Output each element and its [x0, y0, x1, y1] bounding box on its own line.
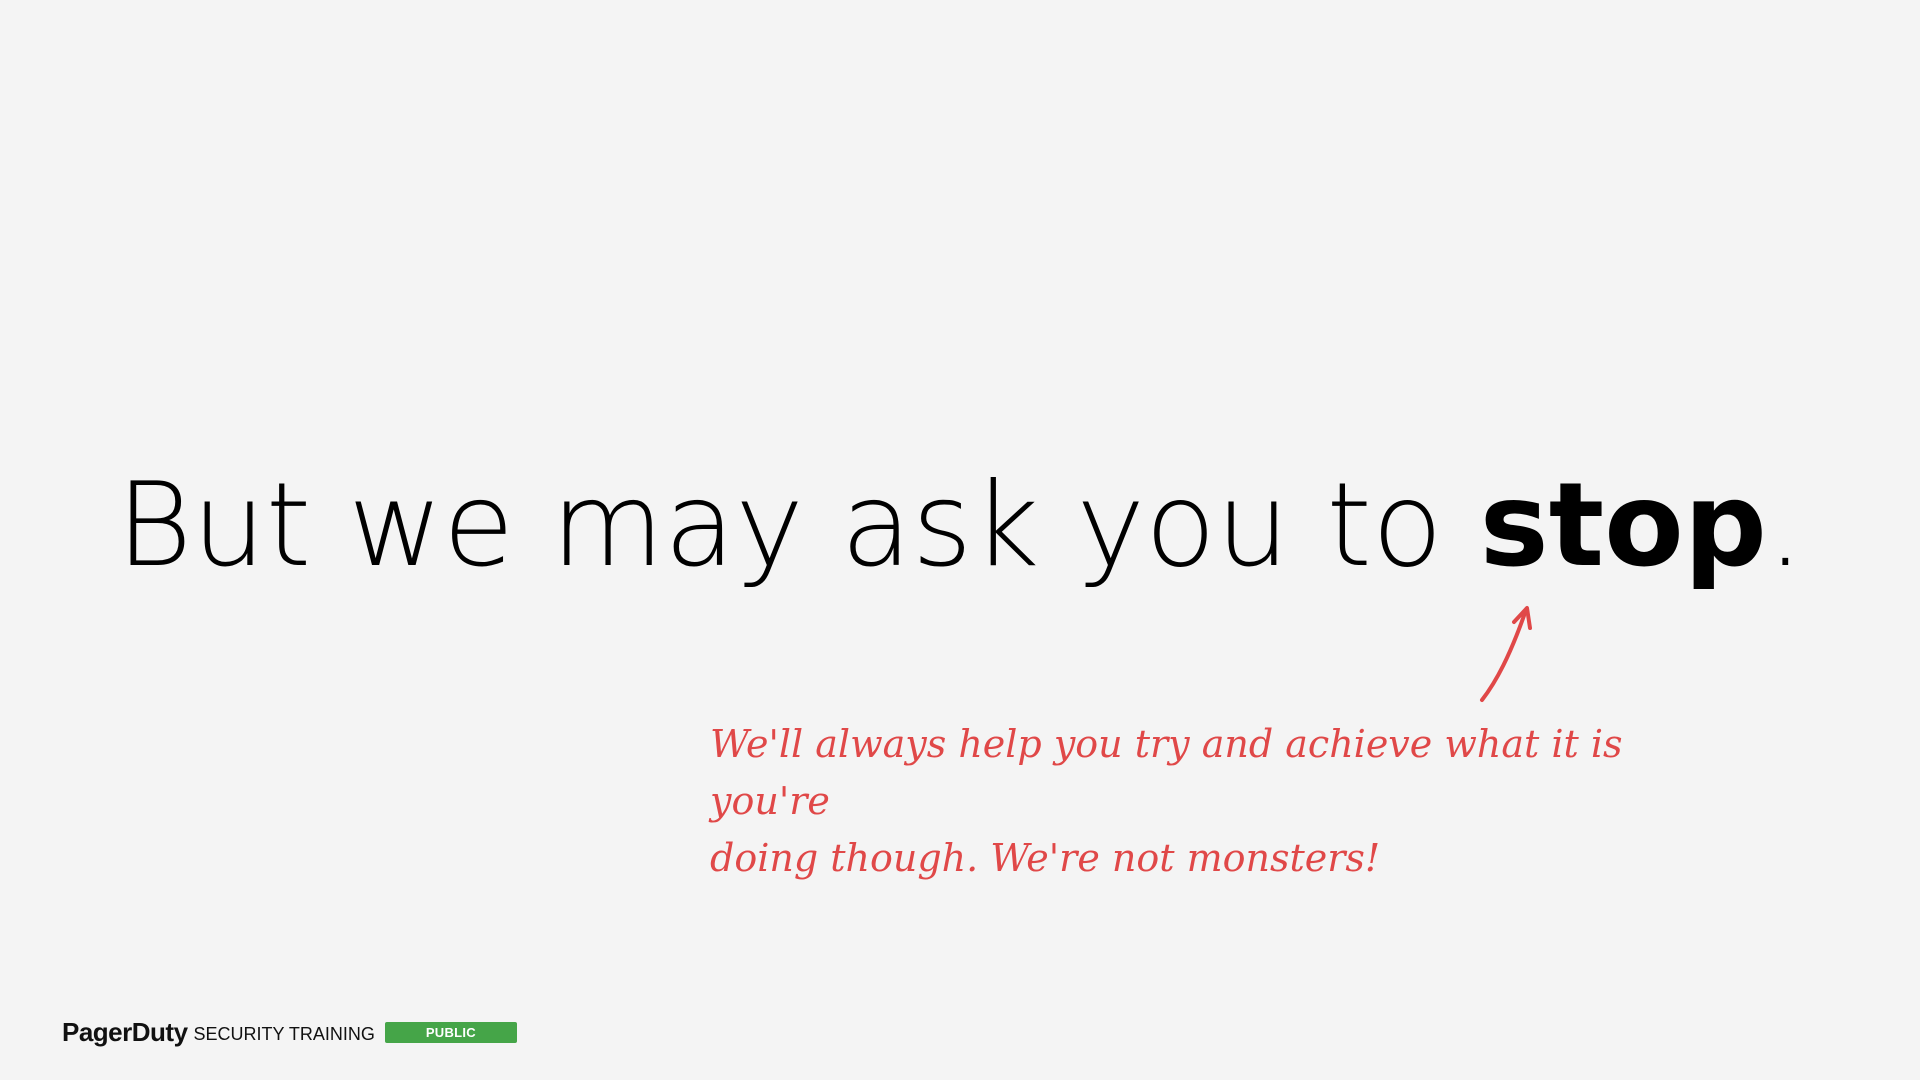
hand-drawn-arrow-icon: [1480, 606, 1532, 702]
annotation-line-1: We'll always help you try and achieve wh…: [710, 722, 1623, 823]
annotation-line-2: doing though. We're not monsters!: [710, 836, 1381, 880]
headline-emphasis-text: stop: [1479, 458, 1767, 593]
classification-badge: PUBLIC: [384, 1021, 517, 1043]
footer-subtitle: SECURITY TRAINING: [193, 1023, 375, 1044]
handwritten-annotation: We'll always help you try and achieve wh…: [710, 716, 1690, 887]
headline-end-text: .: [1766, 458, 1804, 593]
headline-main-text: But we may ask you to: [116, 458, 1480, 593]
slide-footer: PagerDuty SECURITY TRAINING PUBLIC: [62, 1016, 517, 1048]
slide-headline: But we may ask you to stop.: [0, 468, 1920, 584]
brand-logo: PagerDuty: [62, 1016, 188, 1047]
